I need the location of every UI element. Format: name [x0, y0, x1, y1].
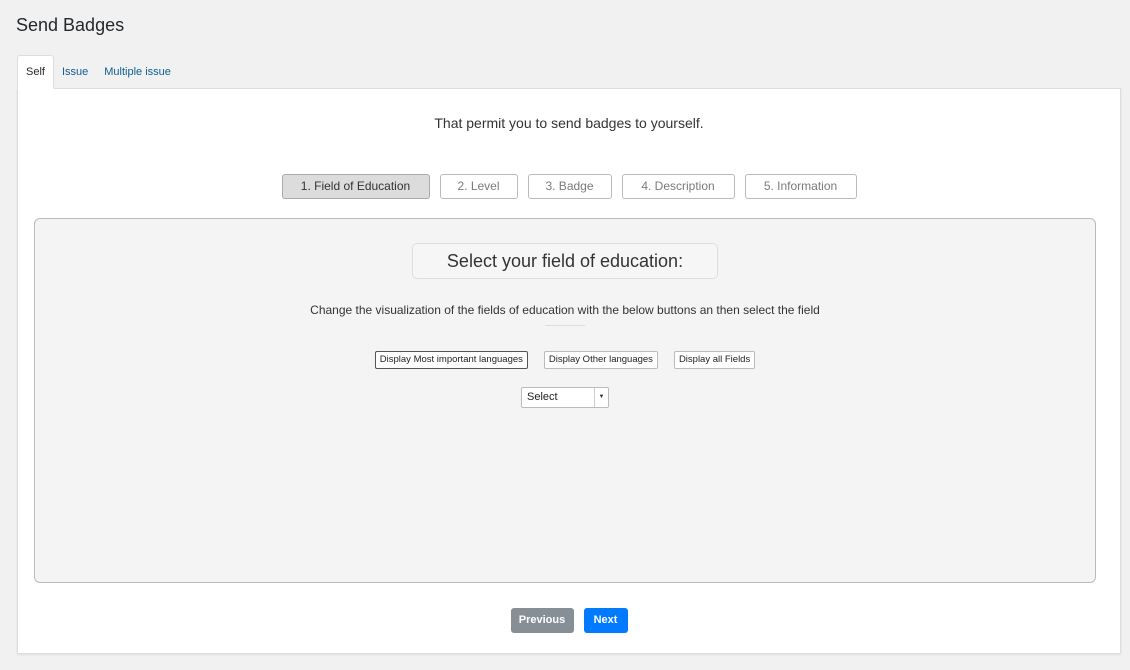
wizard-content: Select your field of education: Change t… — [34, 218, 1096, 583]
previous-button[interactable]: Previous — [510, 608, 574, 633]
divider — [545, 325, 585, 326]
step-field-of-education[interactable]: 1. Field of Education — [281, 174, 430, 199]
display-most-important-languages-button[interactable]: Display Most important languages — [374, 351, 528, 369]
step-level[interactable]: 2. Level — [439, 174, 518, 199]
field-select-value: Select — [527, 391, 558, 403]
tab-multiple-issue[interactable]: Multiple issue — [96, 56, 179, 89]
question-heading: Select your field of education: — [412, 243, 718, 279]
step-badge[interactable]: 3. Badge — [527, 174, 612, 199]
wizard-nav: Previous Next — [18, 608, 1120, 633]
page-title: Send Badges — [16, 15, 125, 35]
instruction-text: Change the visualization of the fields o… — [310, 303, 820, 317]
tab-bar: Self Issue Multiple issue — [17, 55, 179, 89]
field-select[interactable]: Select ▼ — [521, 387, 609, 408]
intro-text: That permit you to send badges to yourse… — [434, 115, 704, 131]
next-button[interactable]: Next — [583, 608, 628, 633]
display-other-languages-button[interactable]: Display Other languages — [543, 351, 658, 369]
tab-issue[interactable]: Issue — [54, 56, 96, 89]
chevron-down-icon: ▼ — [594, 388, 608, 407]
filter-buttons: Display Most important languages Display… — [35, 351, 1095, 369]
step-information[interactable]: 5. Information — [744, 174, 857, 199]
step-description[interactable]: 4. Description — [621, 174, 735, 199]
tab-self[interactable]: Self — [17, 55, 54, 89]
wizard-steps: 1. Field of Education 2. Level 3. Badge … — [18, 174, 1120, 199]
tab-panel: That permit you to send badges to yourse… — [17, 88, 1121, 654]
display-all-fields-button[interactable]: Display all Fields — [673, 351, 756, 369]
